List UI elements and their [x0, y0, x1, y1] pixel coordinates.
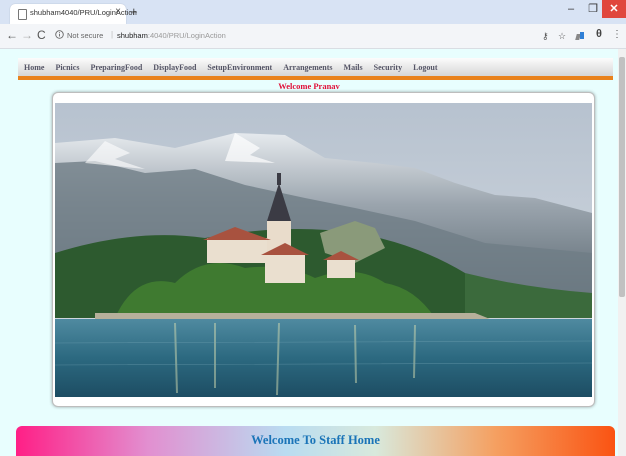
nav-display-food[interactable]: DisplayFood — [148, 63, 202, 72]
page-viewport: Home Picnics PreparingFood DisplayFood S… — [0, 49, 618, 456]
address-toolbar: ← → C Not secure | shubham:4040/PRU/Logi… — [0, 24, 626, 49]
nav-home[interactable]: Home — [18, 63, 50, 72]
banner-title: Welcome To Staff Home — [251, 433, 380, 447]
url-text[interactable]: shubham:4040/PRU/LoginAction — [117, 31, 226, 40]
url-separator: | — [111, 30, 114, 39]
minimize-button[interactable]: – — [560, 0, 582, 18]
url-bar[interactable]: Not secure | shubham:4040/PRU/LoginActio… — [55, 28, 535, 44]
page-scrollbar[interactable] — [618, 49, 626, 456]
extension-icon[interactable] — [575, 30, 584, 40]
browser-menu-icon[interactable]: ⋮ — [612, 29, 622, 41]
nav-preparing-food[interactable]: PreparingFood — [85, 63, 148, 72]
profile-icon[interactable]: θ — [596, 28, 602, 40]
back-arrow-icon[interactable]: ← — [6, 28, 18, 42]
url-path: :4040/PRU/LoginAction — [147, 31, 226, 40]
bookmark-star-icon[interactable]: ☆ — [558, 30, 566, 42]
close-window-button[interactable]: ✕ — [602, 0, 626, 18]
hero-image-frame — [52, 92, 595, 407]
page-icon — [18, 9, 27, 20]
hero-image-lake-island — [55, 103, 592, 397]
reload-icon[interactable]: C — [37, 28, 46, 42]
nav-logout[interactable]: Logout — [408, 63, 443, 72]
url-host: shubham — [117, 31, 148, 40]
nav-arrangements[interactable]: Arrangements — [278, 63, 338, 72]
nav-security[interactable]: Security — [368, 63, 407, 72]
nav-mails[interactable]: Mails — [338, 63, 368, 72]
nav-picnics[interactable]: Picnics — [50, 63, 85, 72]
scrollbar-thumb[interactable] — [619, 57, 625, 297]
maximize-button[interactable]: ❐ — [582, 0, 604, 18]
forward-arrow-icon[interactable]: → — [21, 28, 33, 42]
nav-setup-environment[interactable]: SetupEnvironment — [202, 63, 278, 72]
welcome-user-text: Welcome Pranav — [278, 81, 340, 91]
main-navbar: Home Picnics PreparingFood DisplayFood S… — [18, 58, 613, 80]
tab-close-icon[interactable]: × — [115, 6, 121, 17]
key-icon[interactable]: ⚷ — [542, 30, 549, 42]
staff-home-banner: Welcome To Staff Home — [16, 426, 615, 456]
browser-tab[interactable]: shubham4040/PRU/LoginAction × — [10, 4, 137, 24]
info-icon[interactable] — [55, 30, 64, 41]
browser-titlebar: shubham4040/PRU/LoginAction × + – ❐ ✕ — [0, 0, 626, 24]
new-tab-button[interactable]: + — [130, 5, 138, 18]
security-label: Not secure — [67, 31, 104, 40]
